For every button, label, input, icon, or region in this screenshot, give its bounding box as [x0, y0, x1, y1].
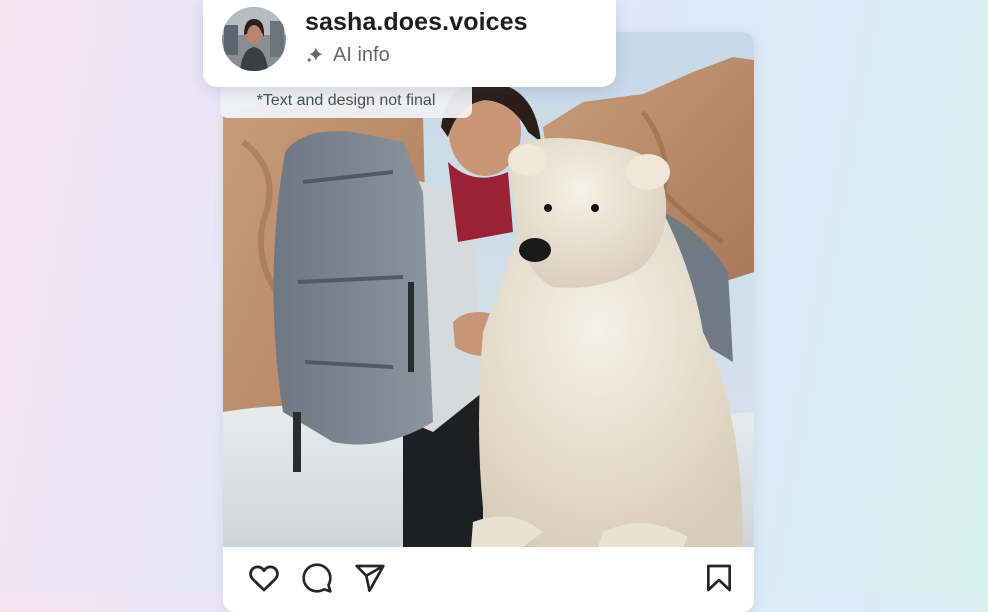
post-card [223, 32, 754, 612]
ai-info-button[interactable]: AI info [305, 43, 390, 67]
avatar[interactable] [222, 7, 286, 71]
heart-icon[interactable] [247, 561, 281, 595]
disclaimer-note: *Text and design not final [220, 87, 472, 118]
username[interactable]: sasha.does.voices [305, 8, 528, 37]
post-header: sasha.does.voices AI info [203, 0, 616, 87]
bookmark-icon[interactable] [703, 562, 735, 594]
post-actions-bar [223, 547, 754, 612]
sparkle-icon [306, 47, 323, 63]
comment-bubble-icon[interactable] [301, 562, 333, 594]
paper-plane-icon[interactable] [354, 562, 386, 594]
ai-info-label: AI info [333, 43, 390, 66]
